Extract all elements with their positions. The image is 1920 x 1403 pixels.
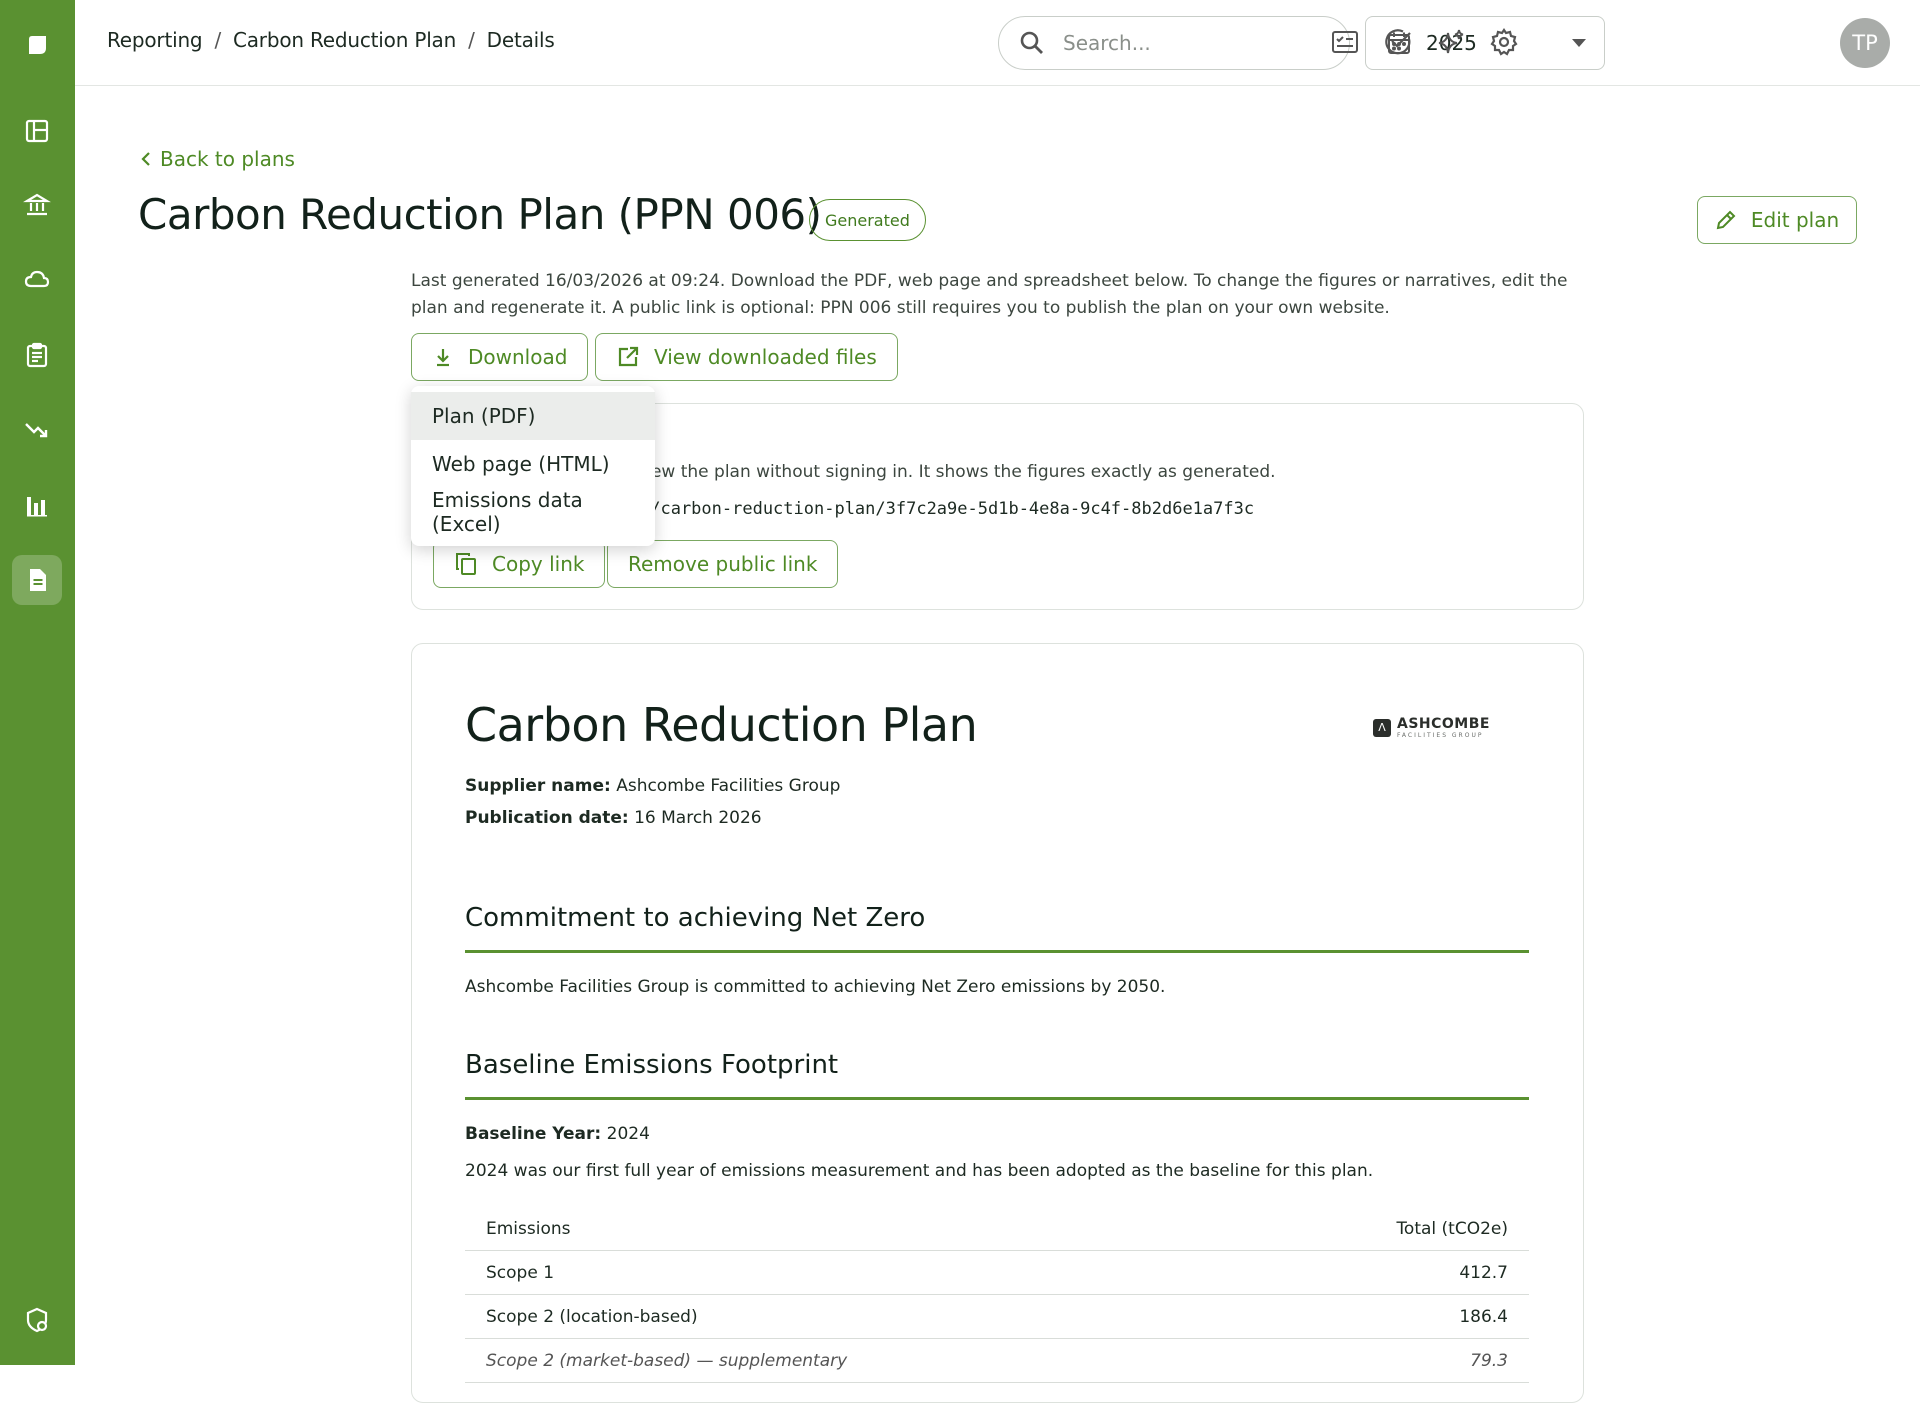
cloud-icon[interactable] — [12, 255, 62, 305]
column-header-total: Total (tCO2e) — [1396, 1218, 1508, 1239]
publication-date-label: Publication date: — [465, 808, 629, 828]
remove-public-link-button[interactable]: Remove public link — [607, 540, 839, 588]
logo-subtitle: FACILITIES GROUP — [1397, 732, 1484, 739]
row-label: Scope 2 (market-based) — supplementary — [486, 1350, 848, 1371]
supplier-name: Supplier name: Ashcombe Facilities Group — [465, 776, 840, 796]
baseline-year-label: Baseline Year: — [465, 1124, 602, 1144]
page-title: Carbon Reduction Plan (PPN 006) — [138, 190, 822, 239]
baseline-heading: Baseline Emissions Footprint — [465, 1050, 839, 1080]
logo-name: ASHCOMBE — [1397, 716, 1490, 732]
publication-date-value: 16 March 2026 — [634, 808, 762, 828]
table-row: Scope 1 412.7 — [465, 1251, 1529, 1295]
baseline-year-value: 2024 — [606, 1124, 650, 1144]
bar-chart-icon[interactable] — [12, 480, 62, 530]
breadcrumb-separator: / — [214, 28, 221, 52]
commitment-text: Ashcombe Facilities Group is committed t… — [465, 977, 1166, 997]
chevron-down-icon — [1572, 39, 1586, 47]
status-badge: Generated — [809, 199, 926, 241]
check-circle-icon[interactable] — [1380, 24, 1416, 60]
plan-description: Last generated 16/03/2026 at 09:24. Down… — [411, 271, 1568, 318]
baseline-text: 2024 was our first full year of emission… — [465, 1161, 1374, 1181]
download-button[interactable]: Download — [411, 333, 589, 381]
institution-icon[interactable] — [12, 180, 62, 230]
column-header-emissions: Emissions — [486, 1218, 571, 1239]
trending-down-icon[interactable] — [12, 405, 62, 455]
clipboard-icon[interactable] — [12, 330, 62, 380]
publication-date: Publication date: 16 March 2026 — [465, 808, 762, 828]
dashboard-icon[interactable] — [12, 106, 62, 156]
breadcrumb-reporting[interactable]: Reporting — [107, 28, 203, 52]
external-link-icon — [618, 346, 639, 367]
row-label: Scope 2 (location-based) — [486, 1306, 698, 1327]
breadcrumb-carbon-reduction-plan[interactable]: Carbon Reduction Plan — [233, 28, 456, 52]
gear-icon[interactable] — [1486, 24, 1522, 60]
copy-link-button[interactable]: Copy link — [433, 540, 606, 588]
security-settings-icon[interactable] — [12, 1295, 62, 1345]
public-link-description: n view the plan without signing in. It s… — [620, 462, 1276, 482]
table-header: Emissions Total (tCO2e) — [465, 1207, 1529, 1251]
download-label: Download — [468, 345, 568, 369]
edit-plan-label: Edit plan — [1750, 208, 1840, 232]
sparkles-icon[interactable] — [1433, 24, 1469, 60]
menu-item-web-page-html[interactable]: Web page (HTML) — [411, 440, 655, 488]
edit-plan-button[interactable]: Edit plan — [1697, 196, 1857, 244]
supplier-label: Supplier name: — [465, 776, 611, 796]
download-icon — [437, 349, 449, 367]
app-logo-icon[interactable] — [12, 20, 62, 70]
menu-item-plan-pdf[interactable]: Plan (PDF) — [411, 392, 655, 440]
supplier-value: Ashcombe Facilities Group — [616, 776, 841, 796]
document-title: Carbon Reduction Plan — [465, 698, 978, 752]
chevron-left-icon — [141, 152, 150, 166]
company-logo: Λ ASHCOMBE FACILITIES GROUP — [1373, 716, 1490, 739]
row-value: 79.3 — [1470, 1350, 1508, 1371]
breadcrumb: Reporting / Carbon Reduction Plan / Deta… — [107, 28, 555, 52]
breadcrumb-separator: / — [468, 28, 475, 52]
view-downloaded-files-label: View downloaded files — [654, 345, 877, 369]
search-icon — [1020, 31, 1043, 54]
row-label: Scope 1 — [486, 1262, 555, 1283]
back-link-label: Back to plans — [160, 147, 295, 171]
section-divider — [465, 950, 1529, 953]
logo-mark-icon: Λ — [1373, 718, 1391, 737]
search-box[interactable] — [998, 16, 1350, 70]
menu-item-emissions-data-excel[interactable]: Emissions data (Excel) — [411, 488, 655, 536]
row-value: 412.7 — [1459, 1262, 1508, 1283]
back-link[interactable]: Back to plans — [140, 147, 295, 171]
commitment-heading: Commitment to achieving Net Zero — [465, 903, 926, 933]
top-bar: Reporting / Carbon Reduction Plan / Deta… — [75, 0, 1920, 86]
row-value: 186.4 — [1459, 1306, 1508, 1327]
baseline-year: Baseline Year: 2024 — [465, 1124, 650, 1144]
avatar[interactable]: TP — [1840, 18, 1890, 68]
pencil-icon — [1716, 210, 1736, 230]
table-row: Scope 2 (market-based) — supplementary 7… — [465, 1339, 1529, 1383]
search-input[interactable] — [1063, 31, 1313, 55]
table-row: Scope 2 (location-based) 186.4 — [465, 1295, 1529, 1339]
sidebar — [0, 0, 75, 1365]
view-downloaded-files-button[interactable]: View downloaded files — [595, 333, 898, 381]
public-link-url: c/carbon-reduction-plan/3f7c2a9e-5d1b-4e… — [640, 499, 1255, 519]
copy-icon — [456, 553, 476, 575]
remove-public-link-label: Remove public link — [628, 552, 818, 576]
copy-link-label: Copy link — [492, 552, 585, 576]
breadcrumb-details: Details — [486, 28, 555, 52]
task-list-icon[interactable] — [1327, 24, 1363, 60]
document-icon[interactable] — [12, 555, 62, 605]
download-menu: Plan (PDF) Web page (HTML) Emissions dat… — [411, 386, 655, 546]
section-divider — [465, 1097, 1529, 1100]
emissions-table: Emissions Total (tCO2e) Scope 1 412.7 Sc… — [465, 1207, 1529, 1383]
